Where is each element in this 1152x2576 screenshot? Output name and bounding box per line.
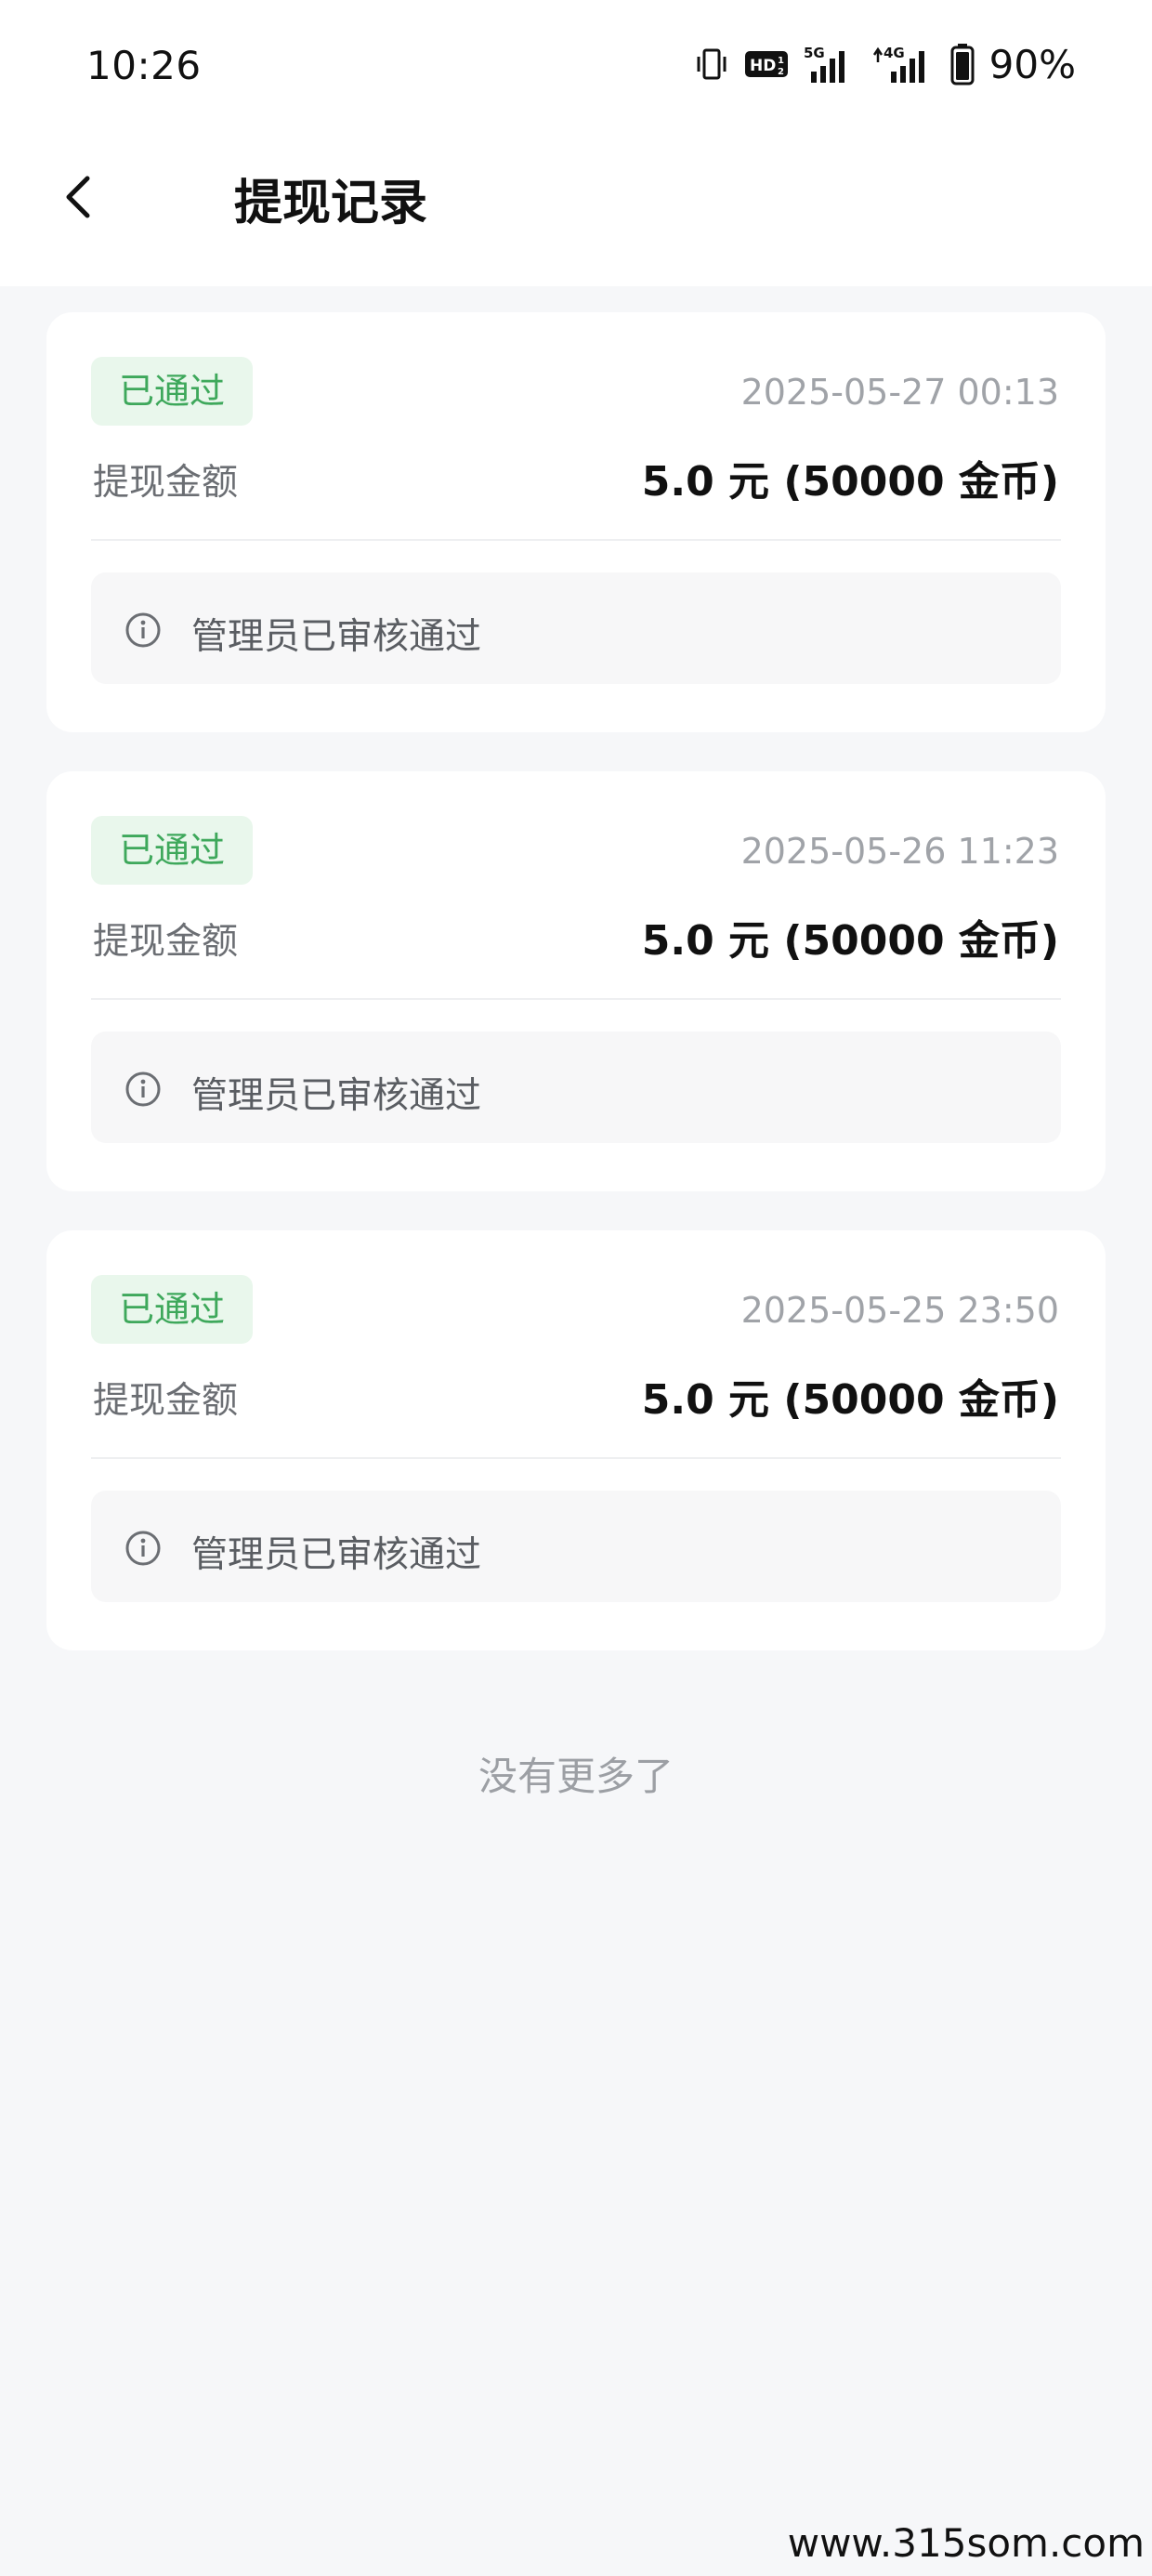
withdrawal-record-card[interactable]: 已通过 2025-05-27 00:13 提现金额 5.0 元 (50000 金…	[46, 312, 1106, 732]
amount-label: 提现金额	[93, 1380, 239, 1422]
info-icon	[125, 1531, 161, 1566]
status-badge: 已通过	[91, 357, 254, 426]
svg-text:1: 1	[778, 56, 784, 66]
amount-label: 提现金额	[93, 462, 239, 504]
review-note-text: 管理员已审核通过	[191, 616, 482, 658]
divider	[91, 1457, 1061, 1459]
chevron-left-icon	[66, 176, 90, 218]
withdrawal-record-card[interactable]: 已通过 2025-05-25 23:50 提现金额 5.0 元 (50000 金…	[46, 1230, 1106, 1650]
withdrawal-record-card[interactable]: 已通过 2025-05-26 11:23 提现金额 5.0 元 (50000 金…	[46, 771, 1106, 1191]
review-note: 管理员已审核通过	[91, 1491, 1061, 1602]
amount-value: 5.0 元 (50000 金币)	[641, 917, 1059, 965]
svg-text:2: 2	[778, 67, 784, 77]
status-badge: 已通过	[91, 1275, 254, 1344]
app-bar: 提现记录	[0, 139, 1152, 286]
back-button[interactable]	[48, 167, 108, 227]
status-badge: 已通过	[91, 816, 254, 885]
review-note: 管理员已审核通过	[91, 572, 1061, 684]
vibrate-icon	[697, 48, 727, 80]
divider	[91, 998, 1061, 1000]
withdrawal-record-list: 已通过 2025-05-27 00:13 提现金额 5.0 元 (50000 金…	[46, 312, 1106, 1689]
review-note-text: 管理员已审核通过	[191, 1534, 482, 1576]
amount-value: 5.0 元 (50000 金币)	[641, 458, 1059, 506]
review-note: 管理员已审核通过	[91, 1032, 1061, 1143]
record-time: 2025-05-25 23:50	[740, 1290, 1059, 1331]
status-icons: HD 1 2 5G 4G 90%	[694, 41, 1076, 87]
5g-signal-icon: 5G	[804, 45, 844, 83]
svg-text:5G: 5G	[804, 45, 825, 61]
page-title: 提现记录	[234, 176, 428, 231]
watermark-text: www.315som.com	[787, 2520, 1145, 2566]
no-more-text: 没有更多了	[478, 1754, 674, 1799]
battery-percent: 90%	[988, 41, 1076, 87]
status-bar: 10:26 HD 1 2 5G 4G 90%	[0, 0, 1152, 139]
4g-signal-icon: 4G	[872, 45, 924, 83]
info-icon	[125, 1071, 161, 1107]
hd-voice-icon: HD 1 2	[744, 51, 788, 77]
divider	[91, 539, 1061, 541]
amount-value: 5.0 元 (50000 金币)	[641, 1376, 1059, 1424]
status-time: 10:26	[86, 43, 202, 88]
record-time: 2025-05-26 11:23	[740, 831, 1059, 872]
battery-icon	[950, 44, 975, 85]
record-time: 2025-05-27 00:13	[740, 372, 1059, 413]
amount-label: 提现金额	[93, 921, 239, 963]
info-icon	[125, 612, 161, 648]
svg-text:4G: 4G	[884, 45, 905, 61]
review-note-text: 管理员已审核通过	[191, 1075, 482, 1117]
svg-text:HD: HD	[750, 57, 776, 75]
